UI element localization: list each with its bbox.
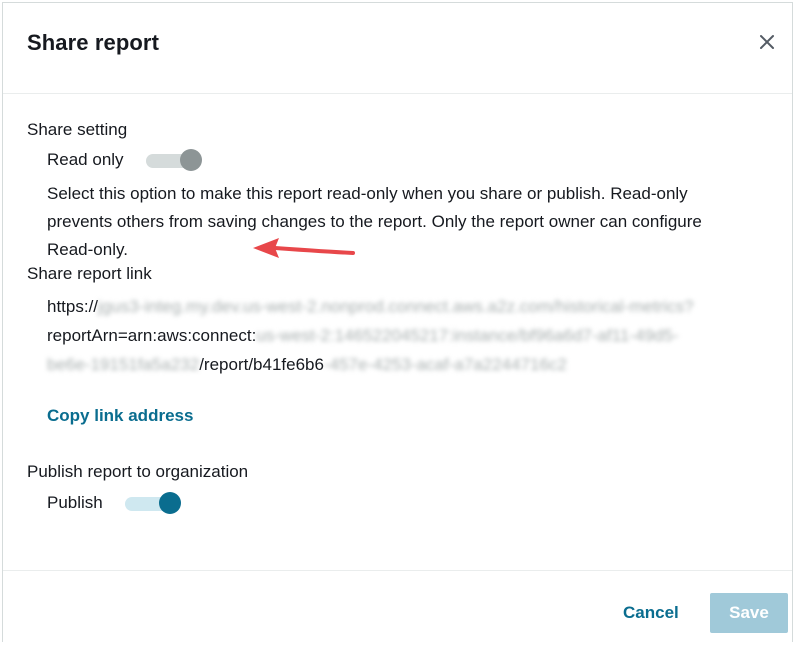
read-only-label: Read only [47,150,124,169]
publish-label: Publish [47,493,103,512]
copy-link-address[interactable]: Copy link address [47,406,193,426]
read-only-toggle[interactable] [145,149,204,171]
description-line: Read-only. [47,240,128,259]
share-setting-label: Share setting [27,120,128,139]
link-line-2: reportArn=arn:aws:connect:us-west-2:1465… [47,321,767,350]
dialog-footer: Cancel Save [3,570,792,651]
read-only-description: Select this option to make this report r… [47,180,777,264]
link-visible-text: https:// [47,297,99,316]
link-blurred-text: jgus3-integ.my.dev.us-west-2.nonprod.con… [98,297,694,316]
link-line-3: be6e-19151fa5a232/report/b41fe6b6-457e-4… [47,350,767,379]
publish-section-label: Publish report to organization [27,462,249,481]
save-button[interactable]: Save [710,593,788,633]
description-line: Select this option to make this report r… [47,184,688,203]
dialog-title: Share report [27,30,160,55]
toggle-knob [179,149,202,171]
publish-row: Publish [47,492,183,514]
close-icon [760,35,774,49]
share-report-dialog: Share report Share setting Read only Sel… [2,2,793,642]
publish-toggle[interactable] [124,492,183,514]
dialog-header: Share report [3,3,792,94]
share-report-link-label: Share report link [27,264,152,283]
link-visible-text: /report/b41fe6b6 [199,355,324,374]
toggle-knob [158,492,181,514]
link-visible-text: reportArn=arn:aws:connect: [47,326,257,345]
link-blurred-text: -457e-4253-acaf-a7a2244716c2 [323,355,567,374]
share-link-text: https://jgus3-integ.my.dev.us-west-2.non… [47,292,767,379]
link-blurred-text: be6e-19151fa5a232 [47,355,200,374]
read-only-row: Read only [47,149,204,171]
link-line-1: https://jgus3-integ.my.dev.us-west-2.non… [47,292,767,321]
cancel-button[interactable]: Cancel [623,603,679,623]
description-line: prevents others from saving changes to t… [47,212,702,231]
close-button[interactable] [754,29,780,55]
link-blurred-text: us-west-2:146522045217:instance/bf96a6d7… [256,326,679,345]
